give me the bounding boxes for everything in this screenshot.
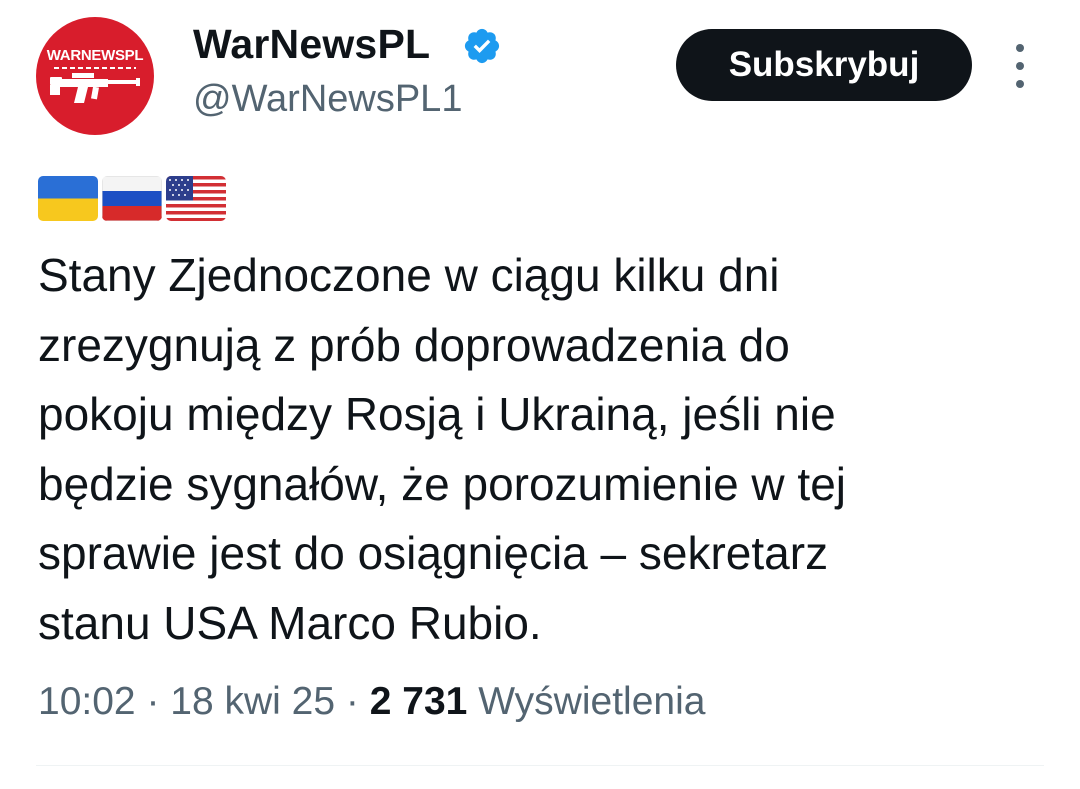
- svg-text:WARNEWSPL: WARNEWSPL: [47, 47, 144, 64]
- verified-badge-icon: [464, 28, 500, 64]
- avatar[interactable]: WARNEWSPL: [36, 17, 154, 135]
- more-dot: [1016, 62, 1024, 70]
- meta-separator: ·: [345, 680, 359, 723]
- tweet-date[interactable]: 18 kwi 25: [170, 680, 335, 723]
- flag-emojis: [38, 176, 226, 222]
- russia-flag-icon: [102, 176, 162, 221]
- ukraine-flag-icon: [38, 176, 98, 221]
- account-handle[interactable]: @WarNewsPL1: [193, 76, 462, 122]
- divider: [36, 765, 1044, 766]
- more-dot: [1016, 44, 1024, 52]
- views-label: Wyświetlenia: [478, 680, 706, 723]
- display-name[interactable]: WarNewsPL: [193, 20, 430, 68]
- tweet-metadata: 10:02 · 18 kwi 25 · 2 731 Wyświetlenia: [38, 677, 705, 727]
- more-options-icon[interactable]: [1006, 44, 1034, 88]
- tweet-time[interactable]: 10:02: [38, 680, 136, 723]
- usa-flag-icon: [166, 176, 226, 221]
- more-dot: [1016, 80, 1024, 88]
- meta-separator: ·: [146, 680, 160, 723]
- subscribe-button[interactable]: Subskrybuj: [676, 29, 972, 101]
- tweet-text: Stany Zjednoczone w ciągu kilku dni zrez…: [38, 249, 847, 649]
- views-count: 2 731: [369, 680, 468, 723]
